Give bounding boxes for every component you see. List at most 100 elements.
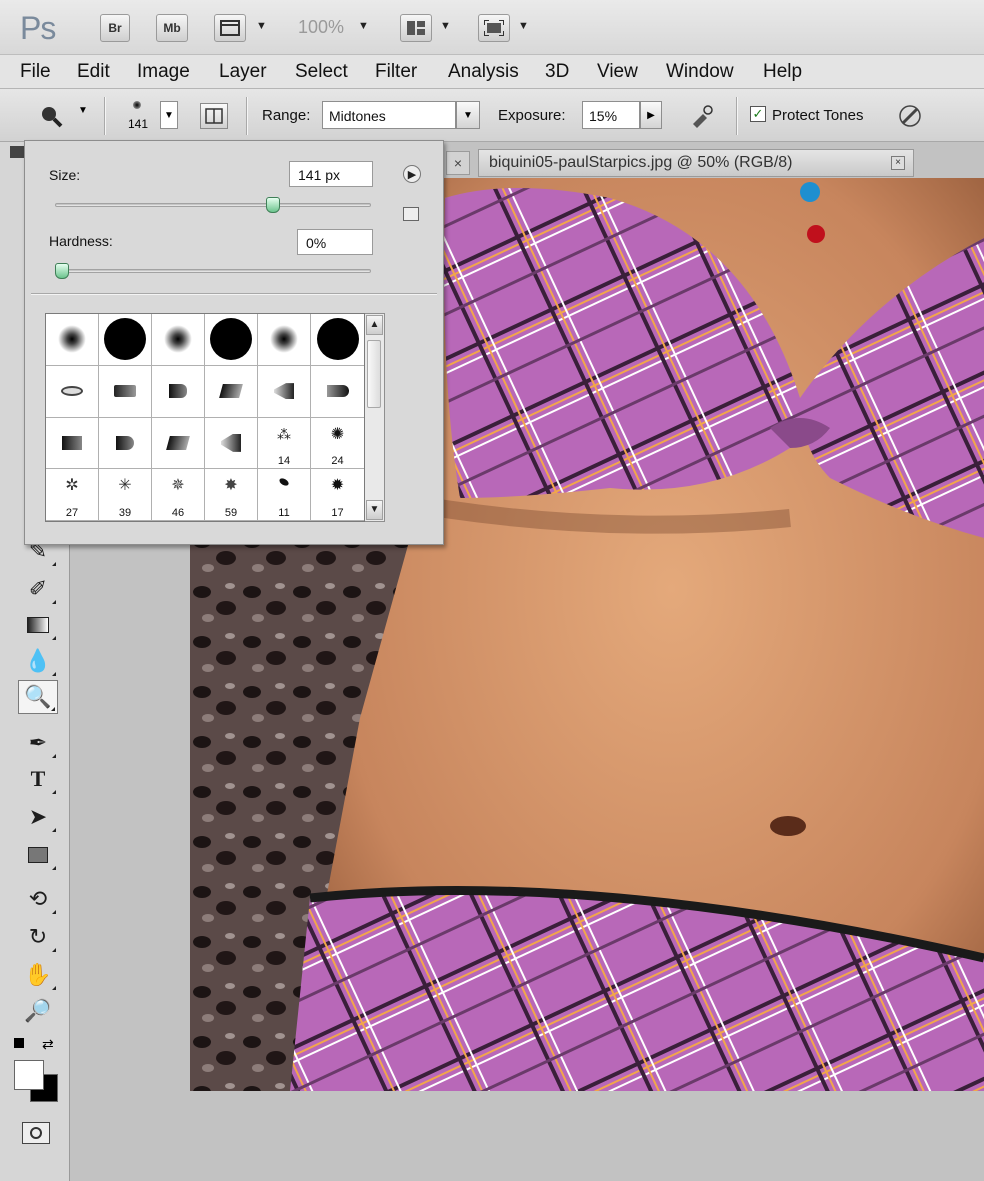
blur-tool-button[interactable]: 💧	[18, 644, 58, 678]
tool-preset-dropdown-icon[interactable]: ▼	[78, 105, 88, 116]
eraser-tool-button[interactable]: ✐	[18, 572, 58, 606]
menu-analysis[interactable]: Analysis	[448, 61, 519, 83]
menu-select[interactable]: Select	[295, 61, 348, 83]
brush-tip-cell[interactable]: ✲ 27	[46, 469, 99, 521]
menu-filter[interactable]: Filter	[375, 61, 417, 83]
round-bristle-icon	[169, 384, 187, 399]
foreground-color-swatch[interactable]	[14, 1060, 44, 1090]
exposure-label: Exposure:	[498, 107, 566, 124]
flat-brush-icon	[61, 386, 83, 397]
brush-tip-cell[interactable]: ✸ 59	[205, 469, 258, 521]
picker-menu-icon[interactable]: ▶	[403, 165, 421, 183]
bristle-brush-icon	[326, 385, 349, 398]
brush-tip-cell[interactable]	[152, 417, 205, 470]
exposure-input[interactable]: 15%	[582, 101, 640, 129]
brush-tip-cell[interactable]: ✹ 17	[311, 469, 364, 521]
hardness-input[interactable]: 0%	[297, 229, 373, 255]
brush-tip-cell[interactable]	[46, 314, 99, 366]
brush-grid-scrollbar[interactable]: ▲ ▼	[365, 313, 385, 522]
size-slider-track[interactable]	[55, 203, 371, 207]
view-extras-button[interactable]	[214, 14, 246, 42]
menu-window[interactable]: Window	[666, 61, 734, 83]
launch-bridge-button[interactable]: Br	[100, 14, 130, 42]
hardness-slider-track[interactable]	[55, 269, 371, 273]
brush-tip-cell[interactable]	[152, 365, 205, 418]
size-slider-thumb[interactable]	[266, 197, 281, 213]
menu-file[interactable]: File	[20, 61, 51, 83]
brush-tip-cell[interactable]: ⁂ 14	[258, 417, 311, 470]
screen-mode-button[interactable]	[478, 14, 510, 42]
range-dropdown-button[interactable]: ▼	[456, 101, 480, 129]
brush-panel-icon	[205, 108, 223, 124]
tool-preset-picker[interactable]	[36, 101, 66, 131]
leaf-brush-icon	[278, 477, 290, 488]
zoom-dropdown-icon[interactable]: ▼	[358, 20, 369, 32]
launch-mini-bridge-button[interactable]: Mb	[156, 14, 188, 42]
brush-tip-cell[interactable]: 11	[258, 469, 311, 521]
default-colors-icon[interactable]	[14, 1038, 24, 1048]
brush-tip-cell[interactable]	[99, 417, 152, 470]
brush-picker-toggle[interactable]: ▼	[160, 101, 178, 129]
document-tab[interactable]: biquini05-paulStarpics.jpg @ 50% (RGB/8)…	[478, 149, 914, 177]
arrange-documents-button[interactable]	[400, 14, 432, 42]
brush-tip-cell[interactable]	[258, 365, 311, 418]
3d-orbit-tool-button[interactable]: ↻	[18, 920, 58, 954]
photoshop-logo: Ps	[20, 10, 56, 46]
path-selection-tool-button[interactable]: ➤	[18, 800, 58, 834]
brush-tip-cell[interactable]	[99, 365, 152, 418]
quick-mask-button[interactable]	[22, 1122, 50, 1144]
range-select[interactable]: Midtones	[322, 101, 456, 129]
menu-image[interactable]: Image	[137, 61, 190, 83]
close-previous-tab-button[interactable]: ×	[446, 151, 470, 175]
scroll-thumb[interactable]	[367, 340, 381, 408]
brush-preview[interactable]: 141	[120, 97, 156, 137]
hand-tool-button[interactable]: ✋	[18, 958, 58, 992]
scroll-up-icon[interactable]: ▲	[366, 315, 383, 335]
brush-tip-cell[interactable]	[46, 365, 99, 418]
brush-panel-button[interactable]	[200, 103, 228, 129]
dodge-burn-tool-button[interactable]: 🔍	[18, 680, 58, 714]
menu-3d[interactable]: 3D	[545, 61, 569, 83]
brush-tip-cell[interactable]	[46, 417, 99, 470]
tablet-pressure-button[interactable]	[894, 101, 926, 131]
brush-tip-cell[interactable]	[205, 365, 258, 418]
brush-tip-cell[interactable]	[205, 314, 258, 366]
gradient-tool-button[interactable]	[18, 608, 58, 642]
brush-tip-cell[interactable]	[152, 314, 205, 366]
hardness-slider-thumb[interactable]	[55, 263, 69, 279]
brush-tip-cell[interactable]	[99, 314, 152, 366]
brush-tip-cell[interactable]	[258, 314, 311, 366]
swap-colors-icon[interactable]: ⇄	[42, 1036, 54, 1053]
view-extras-dropdown-icon[interactable]: ▼	[256, 20, 267, 32]
protect-tones-checkbox[interactable]: ✓	[750, 106, 766, 122]
new-preset-icon[interactable]	[403, 207, 419, 221]
exposure-slider-button[interactable]: ▶	[640, 101, 662, 129]
menu-layer[interactable]: Layer	[219, 61, 267, 83]
document-title: biquini05-paulStarpics.jpg @ 50% (RGB/8)	[489, 154, 793, 171]
menu-view[interactable]: View	[597, 61, 638, 83]
screen-mode-icon	[484, 20, 504, 36]
brush-tip-cell[interactable]	[311, 314, 364, 366]
gradient-icon	[27, 617, 49, 633]
scroll-down-icon[interactable]: ▼	[366, 500, 383, 520]
brush-tip-cell[interactable]	[311, 366, 364, 418]
panel-collapse-icon[interactable]	[10, 146, 24, 158]
menu-help[interactable]: Help	[763, 61, 802, 83]
pen-icon: ✒	[28, 730, 48, 755]
airbrush-button[interactable]	[686, 101, 718, 131]
pen-tool-button[interactable]: ✒	[18, 726, 58, 760]
brush-tip-cell[interactable]: ✳ 39	[99, 469, 152, 521]
screen-mode-dropdown-icon[interactable]: ▼	[518, 20, 529, 32]
brush-tip-cell[interactable]: ✵ 46	[152, 469, 205, 521]
3d-rotate-tool-button[interactable]: ⟲	[18, 882, 58, 916]
brush-tip-cell[interactable]	[205, 417, 258, 470]
shape-tool-button[interactable]	[18, 838, 58, 872]
brush-tip-cell[interactable]: ✺ 24	[311, 418, 364, 470]
zoom-tool-button[interactable]: 🔎	[18, 994, 58, 1028]
type-tool-button[interactable]: T	[18, 762, 58, 796]
zoom-level[interactable]: 100%	[298, 17, 344, 38]
arrange-dropdown-icon[interactable]: ▼	[440, 20, 451, 32]
size-input[interactable]: 141 px	[289, 161, 373, 187]
menu-edit[interactable]: Edit	[77, 61, 110, 83]
close-icon[interactable]: ×	[891, 156, 905, 170]
